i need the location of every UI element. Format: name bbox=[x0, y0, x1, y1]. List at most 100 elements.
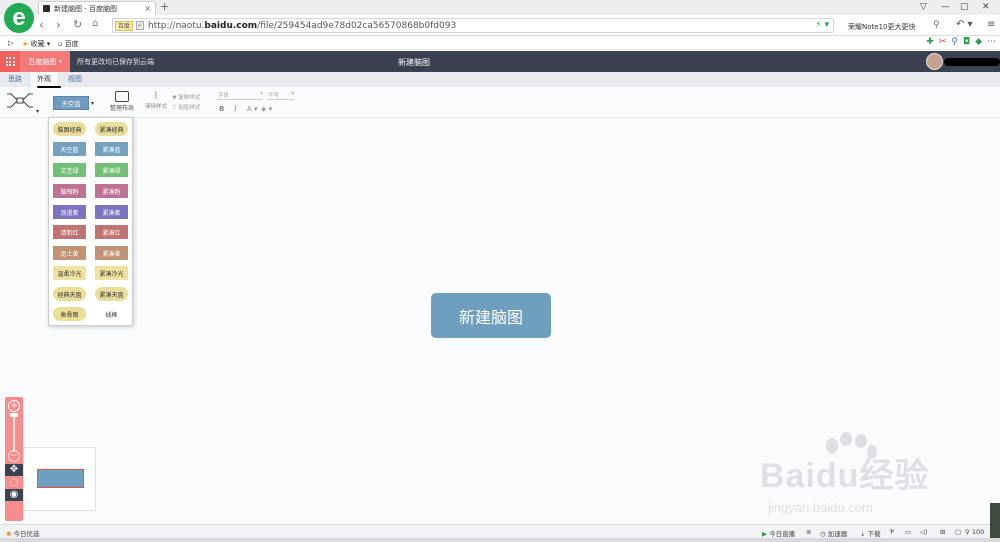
extension-plus-icon[interactable]: ✚ bbox=[926, 37, 934, 47]
redacted-username bbox=[944, 58, 1000, 66]
tab-idea[interactable]: 思路 bbox=[2, 72, 28, 87]
font-color-button[interactable]: A ▾ bbox=[247, 105, 258, 113]
italic-button[interactable]: I bbox=[234, 105, 237, 113]
theme-option[interactable]: 紧凑黄 bbox=[95, 246, 128, 260]
theme-option[interactable]: 泥土黄 bbox=[53, 246, 86, 260]
theme-option[interactable]: 紧凑冷光 bbox=[95, 266, 128, 280]
theme-option[interactable]: 鱼骨图 bbox=[53, 307, 86, 321]
bookmark-baidu[interactable]: ⌂ 百度 bbox=[58, 39, 79, 49]
zoom-in-button[interactable]: + bbox=[8, 400, 20, 412]
accelerator-link[interactable]: ◷ 加速器 bbox=[820, 528, 847, 538]
maximize-button[interactable]: ▢ bbox=[960, 2, 969, 12]
copy-style-button[interactable]: ✱ 复制样式 bbox=[172, 93, 200, 101]
minimize-button[interactable]: — bbox=[941, 2, 950, 12]
document-title[interactable]: 新建脑图 bbox=[398, 57, 430, 68]
forward-button[interactable]: › bbox=[56, 18, 61, 32]
locate-root-icon[interactable]: ◌ bbox=[8, 477, 20, 489]
theme-option[interactable]: 浪漫紫 bbox=[53, 205, 86, 219]
status-tool-icon[interactable]: Ƥ bbox=[890, 528, 894, 536]
theme-option[interactable]: 紧凑绿 bbox=[95, 163, 128, 177]
theme-option[interactable]: 紧凑红 bbox=[95, 225, 128, 239]
status-screen-icon[interactable]: ⊞ bbox=[940, 528, 945, 536]
zoom-out-button[interactable]: − bbox=[8, 450, 20, 462]
status-window-icon[interactable]: ▭ bbox=[905, 528, 911, 536]
pin-icon[interactable]: ⊚ bbox=[806, 528, 811, 536]
theme-option[interactable]: 紧凑天盘 bbox=[95, 287, 128, 301]
theme-option[interactable]: 紧凑粉 bbox=[95, 184, 128, 198]
minimap[interactable] bbox=[23, 447, 96, 511]
search-suggestion[interactable]: 荣耀Note10更大更快 bbox=[848, 22, 915, 32]
status-sound-icon[interactable]: ◁) bbox=[920, 528, 928, 536]
extension-cut-icon[interactable]: ✂ bbox=[939, 37, 947, 47]
skin-icon[interactable]: ▽ bbox=[920, 2, 927, 12]
close-window-button[interactable]: ✕ bbox=[982, 2, 990, 12]
extension-search-icon[interactable]: ⚲ bbox=[951, 37, 958, 47]
zoom-slider-track[interactable] bbox=[13, 417, 15, 452]
theme-option[interactable]: 脑残粉 bbox=[53, 184, 86, 198]
theme-option[interactable]: 脑图经典 bbox=[53, 122, 86, 136]
theme-option[interactable]: 紧凑蓝 bbox=[95, 142, 128, 156]
tab-appearance[interactable]: 外观 bbox=[31, 72, 57, 87]
theme-option[interactable]: 天空蓝 bbox=[53, 142, 86, 156]
download-icon: ⇣ bbox=[860, 530, 866, 538]
font-size-caret-icon: ▾ bbox=[291, 91, 294, 97]
watermark-title: Baidu经验 bbox=[760, 457, 930, 495]
tab-view[interactable]: 视图 bbox=[62, 72, 88, 87]
font-size-select[interactable]: 字号 ▾ bbox=[267, 91, 294, 100]
browser-menu-icon[interactable]: ≡ bbox=[987, 19, 995, 30]
app-header: 百度脑图 ▾ 所有更改均已保存到云端 新建脑图 bbox=[0, 51, 1000, 72]
minimap-viewport[interactable] bbox=[37, 469, 84, 488]
search-icon[interactable]: ⚲ bbox=[933, 20, 940, 30]
extension-camera-icon[interactable]: ◘ bbox=[963, 37, 970, 47]
today-icon: ✺ bbox=[6, 530, 12, 538]
back-button[interactable]: ‹ bbox=[39, 18, 44, 32]
url-input[interactable]: 百度 ✓ http://naotu.baidu.com/file/259454a… bbox=[112, 18, 834, 33]
status-window2-icon[interactable]: ▢ bbox=[955, 528, 961, 536]
theme-option[interactable]: 紧凑经典 bbox=[95, 122, 128, 136]
bold-button[interactable]: B bbox=[219, 105, 224, 113]
bookmark-favorites[interactable]: ★ 收藏 ▾ bbox=[22, 39, 50, 49]
theme-option[interactable]: 线框 bbox=[95, 307, 128, 321]
star-icon: ★ bbox=[22, 40, 29, 48]
theme-caret-icon[interactable]: ▾ bbox=[91, 100, 94, 107]
tab-close-icon[interactable]: × bbox=[144, 4, 151, 13]
home-icon[interactable]: ⌂ bbox=[92, 18, 98, 29]
font-family-select[interactable]: 字体 ▾ bbox=[217, 91, 263, 100]
undo-icon[interactable]: ↶ ▾ bbox=[956, 19, 973, 30]
extension-shield-icon[interactable]: ◆ bbox=[975, 37, 982, 47]
navigator-view-icon[interactable]: ◉ bbox=[5, 489, 23, 501]
theme-option[interactable]: 经典天盘 bbox=[53, 287, 86, 301]
lightning-icon[interactable]: ⚡ ▾ bbox=[815, 20, 829, 30]
browser-tab[interactable]: 新建脑图 - 百度脑图 × bbox=[38, 1, 156, 15]
theme-option[interactable]: 清新红 bbox=[53, 225, 86, 239]
arrange-layout-button[interactable]: 整理布局 bbox=[108, 91, 136, 112]
theme-select[interactable]: 天空蓝 bbox=[53, 96, 89, 110]
apps-grid-icon bbox=[5, 57, 15, 66]
background-color-button[interactable]: ◈ ▾ bbox=[261, 105, 272, 113]
theme-option[interactable]: 文艺绿 bbox=[53, 163, 86, 177]
zoom-slider-handle[interactable] bbox=[10, 413, 18, 417]
today-picks-link[interactable]: ✺ 今日优选 bbox=[6, 528, 40, 538]
theme-option[interactable]: 紧凑紫 bbox=[95, 205, 128, 219]
sidebar-toggle-icon[interactable]: ▷ bbox=[8, 39, 13, 47]
refresh-icon[interactable]: ↻ bbox=[73, 18, 82, 31]
root-node[interactable]: 新建脑图 bbox=[431, 293, 551, 338]
avatar[interactable] bbox=[926, 53, 943, 70]
download-link[interactable]: ⇣ 下载 bbox=[860, 528, 881, 538]
appearance-toolbar: ▾ 天空蓝 ▾ 整理布局 ⌇ 清除样式 ✱ 复制样式 ⊤ 粘贴样式 字体 ▾ 字号… bbox=[0, 88, 1000, 118]
template-caret-icon[interactable]: ▾ bbox=[36, 108, 39, 115]
tab-title: 新建脑图 - 百度脑图 bbox=[54, 4, 117, 13]
clear-style-button[interactable]: ⌇ 清除样式 bbox=[142, 91, 170, 110]
paste-style-button[interactable]: ⊤ 粘贴样式 bbox=[172, 103, 201, 111]
zoom-percent[interactable]: ⚲ 100 bbox=[965, 528, 984, 536]
address-bar: ‹ › ↻ ⌂ 百度 ✓ http://naotu.baidu.com/file… bbox=[0, 15, 1000, 36]
theme-dropdown: 脑图经典 紧凑经典 天空蓝 紧凑蓝 文艺绿 紧凑绿 脑残粉 紧凑粉 浪漫紫 紧凑… bbox=[48, 117, 133, 326]
extension-more-icon[interactable]: ⋯ bbox=[987, 37, 996, 47]
brand-menu-button[interactable]: 百度脑图 ▾ bbox=[20, 51, 70, 72]
theme-option[interactable]: 温柔冷光 bbox=[53, 266, 86, 280]
template-structure-icon[interactable] bbox=[6, 90, 34, 112]
live-link[interactable]: ▶ 今日直播 bbox=[762, 528, 795, 538]
move-icon[interactable]: ✥ bbox=[5, 464, 23, 476]
new-tab-button[interactable]: + bbox=[160, 0, 169, 13]
apps-grid-button[interactable] bbox=[0, 51, 20, 72]
